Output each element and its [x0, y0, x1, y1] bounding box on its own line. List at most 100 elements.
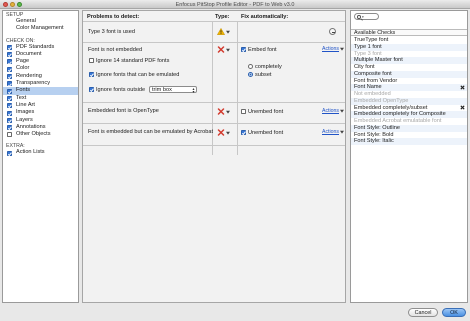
page-checkbox[interactable] [7, 59, 12, 65]
problem-embedded-opentype: Embedded font is OpenType [88, 108, 159, 114]
ignore-emulated-fonts-checkbox[interactable] [89, 72, 94, 77]
line-art-checkbox[interactable] [7, 103, 12, 109]
transparency-checkbox[interactable] [7, 81, 12, 87]
list-item[interactable]: City font [351, 64, 467, 71]
list-item[interactable]: TrueType font [351, 37, 467, 44]
chevron-down-icon[interactable] [226, 131, 230, 135]
actions-link[interactable]: Actions [322, 129, 339, 135]
cancel-button[interactable]: Cancel [408, 308, 438, 317]
problem-font-not-embedded: Font is not embedded [88, 47, 143, 53]
remove-icon[interactable] [460, 85, 465, 90]
extra-heading: EXTRA: [6, 143, 25, 150]
rendering-checkbox[interactable] [7, 74, 12, 80]
layers-checkbox[interactable] [7, 117, 12, 123]
sidebar-item-text[interactable]: Text [3, 95, 78, 102]
sidebar-item-layers[interactable]: Layers [3, 117, 78, 124]
chevron-down-icon[interactable] [226, 48, 230, 52]
warning-icon[interactable] [217, 28, 225, 35]
pdf-standards-checkbox[interactable] [7, 44, 12, 50]
chevron-down-icon[interactable] [226, 30, 230, 34]
sidebar-item-label: Line Art [16, 101, 35, 108]
chevron-down-icon: ▾ [362, 14, 364, 19]
sidebar-item-annotations[interactable]: Annotations [3, 124, 78, 131]
sidebar-item-color[interactable]: Color [3, 65, 78, 72]
list-item[interactable]: Font Style: Bold [351, 132, 467, 139]
setup-heading: SETUP [6, 12, 24, 18]
list-item[interactable]: Composite font [351, 70, 467, 78]
error-x-icon[interactable] [217, 46, 225, 53]
sidebar-item-general[interactable]: General [3, 18, 78, 25]
check-on-heading: CHECK ON: [6, 37, 35, 44]
sidebar-item-pdf-standards[interactable]: PDF Standards [3, 44, 78, 51]
sidebar-item-label: Page [16, 58, 30, 65]
annotations-checkbox[interactable] [7, 125, 12, 131]
problems-panel: Problems to detect: Type: Fix automatica… [82, 10, 346, 303]
sidebar-item-label: Transparency [16, 80, 50, 87]
sidebar-item-line-art[interactable]: Line Art [3, 102, 78, 109]
list-item[interactable]: Type 3 font [351, 51, 467, 58]
sidebar-item-label: PDF Standards [16, 43, 55, 50]
list-item[interactable]: Font Style: Italic [351, 138, 467, 145]
search-field[interactable]: ▾ [354, 13, 379, 20]
actions-link[interactable]: Actions [322, 46, 339, 52]
action-lists-checkbox[interactable] [7, 150, 12, 156]
col-fix-header: Fix automatically: [241, 13, 289, 20]
text-checkbox[interactable] [7, 95, 12, 101]
list-item[interactable]: Font Name [351, 84, 467, 91]
error-x-icon[interactable] [217, 108, 225, 115]
sidebar-item-label: Rendering [16, 72, 42, 79]
ignore-standard-fonts-checkbox[interactable] [89, 58, 94, 63]
fonts-checkbox[interactable] [7, 88, 12, 94]
ok-button[interactable]: OK [442, 308, 466, 317]
embed-font-label: Embed font [248, 46, 277, 53]
sidebar-item-label: Text [16, 94, 27, 101]
list-item[interactable]: Font from Vendor [351, 78, 467, 85]
list-item-label: City font [354, 64, 375, 70]
color-checkbox[interactable] [7, 66, 12, 72]
completely-radio[interactable] [248, 64, 253, 69]
sidebar-item-action-lists[interactable]: Action Lists [3, 149, 78, 156]
subset-radio[interactable] [248, 72, 253, 77]
document-checkbox[interactable] [7, 52, 12, 58]
available-checks-heading: Available Checks [351, 29, 467, 36]
list-item[interactable]: Type 1 font [351, 43, 467, 51]
actions-link[interactable]: Actions [322, 108, 339, 114]
list-item[interactable]: Embedded completely/subset [351, 105, 467, 112]
list-item-label: Embedded Acrobat emulatable font [354, 118, 442, 124]
list-item[interactable]: Embedded OpenType [351, 97, 467, 105]
subset-label: subset [255, 71, 272, 78]
list-item[interactable]: Embedded completely for Composite [351, 111, 467, 118]
sidebar-item-label: General [16, 18, 36, 24]
unembed-opentype-checkbox[interactable] [241, 109, 246, 114]
other-objects-checkbox[interactable] [7, 132, 12, 138]
list-item-label: Embedded OpenType [354, 97, 409, 104]
completely-label: completely [255, 63, 282, 70]
list-item[interactable]: Not embedded [351, 91, 467, 98]
error-x-icon[interactable] [217, 129, 225, 136]
sidebar-item-document[interactable]: Document [3, 51, 78, 58]
ignore-emulated-fonts-label: Ignore fonts that can be emulated [96, 71, 180, 78]
sidebar-item-color-management[interactable]: Color Management [3, 25, 78, 32]
list-item[interactable]: Multiple Master font [351, 57, 467, 64]
list-item-label: Composite font [354, 70, 392, 77]
chevron-down-icon[interactable] [340, 47, 344, 51]
chevron-down-icon[interactable] [226, 110, 230, 114]
problem-emulatable-font: Font is embedded but can be emulated by … [88, 129, 214, 135]
sidebar-item-transparency[interactable]: Transparency [3, 80, 78, 87]
sidebar-item-page[interactable]: Page [3, 58, 78, 65]
list-item[interactable]: Font Style: Outline [351, 124, 467, 132]
ignore-fonts-outside-checkbox[interactable] [89, 87, 94, 92]
chevron-down-icon[interactable] [340, 130, 344, 134]
box-select[interactable]: trim box ▴ ▾ [149, 86, 197, 94]
sidebar-item-fonts[interactable]: Fonts [3, 87, 78, 95]
sidebar-item-rendering[interactable]: Rendering [3, 73, 78, 80]
embed-font-checkbox[interactable] [241, 47, 246, 52]
sidebar-item-other-objects[interactable]: Other Objects [3, 131, 78, 138]
images-checkbox[interactable] [7, 110, 12, 116]
sidebar-item-images[interactable]: Images [3, 109, 78, 116]
remove-icon[interactable] [460, 105, 465, 110]
remove-check-button[interactable] [329, 28, 336, 35]
list-item[interactable]: Embedded Acrobat emulatable font [351, 118, 467, 125]
chevron-down-icon[interactable] [340, 109, 344, 113]
unembed-emulatable-checkbox[interactable] [241, 130, 246, 135]
